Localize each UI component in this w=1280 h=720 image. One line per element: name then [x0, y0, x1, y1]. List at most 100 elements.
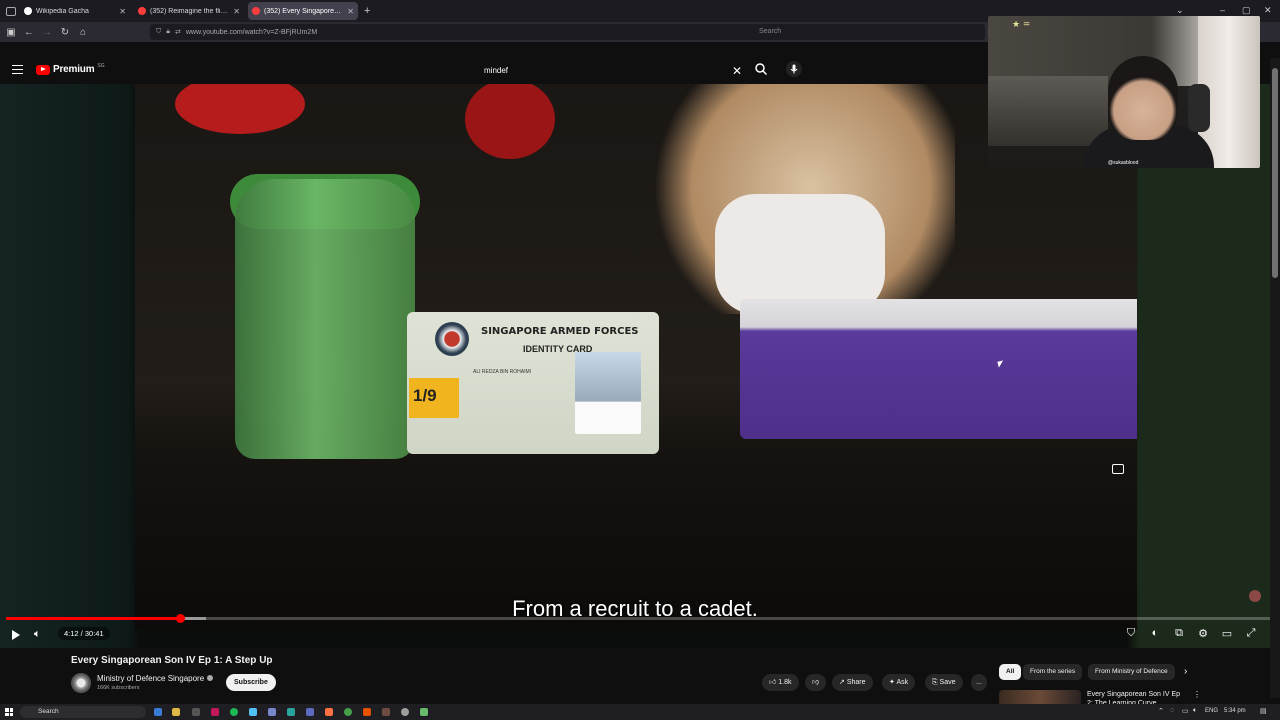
app-icon[interactable]: [249, 708, 257, 716]
browser-tab-0[interactable]: Wikipedia Gacha ✕: [20, 2, 130, 20]
theater-mode-icon[interactable]: ▭: [1219, 627, 1235, 640]
page-scrollbar[interactable]: [1270, 58, 1280, 698]
thumbs-down-icon: 👎︎: [812, 679, 820, 686]
tray-chevron-icon[interactable]: ⌃: [1158, 707, 1164, 715]
url-text[interactable]: www.youtube.com/watch?v=Z-BFjRUm2M: [186, 29, 317, 36]
subscribe-button[interactable]: Subscribe: [226, 674, 276, 691]
display-icon[interactable]: ▭: [1182, 707, 1189, 715]
tab-title: (352) Every Singaporean Son IV: [264, 7, 343, 15]
forward-icon[interactable]: →: [38, 27, 56, 38]
app-icon[interactable]: [211, 708, 219, 716]
tab-list-icon[interactable]: [6, 6, 16, 16]
close-tab-icon[interactable]: ✕: [233, 7, 240, 16]
app-icon[interactable]: [363, 708, 371, 716]
language-indicator[interactable]: ENG: [1205, 708, 1218, 714]
recommendation-menu-icon[interactable]: ⋮: [1193, 690, 1201, 699]
minimize-icon[interactable]: –: [1220, 5, 1225, 15]
webcam-microphone: [1188, 84, 1210, 132]
video-scene-cap: [175, 84, 305, 134]
dislike-button[interactable]: 👎︎: [805, 674, 827, 691]
app-icon[interactable]: [192, 708, 200, 716]
share-button[interactable]: ↗ Share: [832, 674, 873, 691]
settings-gear-icon[interactable]: ⚙: [1195, 627, 1211, 640]
channel-name[interactable]: Ministry of Defence Singapore: [97, 674, 204, 683]
more-actions-button[interactable]: ...: [971, 674, 987, 691]
firefox-icon[interactable]: [325, 708, 333, 716]
file-explorer-icon[interactable]: [172, 708, 180, 716]
app-icon[interactable]: [382, 708, 390, 716]
home-icon[interactable]: ⌂: [74, 27, 92, 38]
volume-icon[interactable]: 🔈︎: [34, 628, 41, 641]
browser-tab-2[interactable]: (352) Every Singaporean Son IV ✕: [248, 2, 358, 20]
chevron-right-icon[interactable]: ›: [1184, 666, 1187, 677]
menu-icon[interactable]: [12, 65, 23, 74]
close-tab-icon[interactable]: ✕: [119, 7, 126, 16]
address-bar[interactable]: ⛉ 🔒︎ ⇄ www.youtube.com/watch?v=Z-BFjRUm2…: [150, 24, 750, 40]
autoplay-toggle-icon[interactable]: ◐: [1147, 627, 1163, 639]
windows-taskbar: Search ⌃ ◌ ▭ 🔈︎ ENG 5:34 pm ▤: [0, 704, 1280, 720]
subtitles-icon[interactable]: ⧉: [1171, 627, 1187, 640]
permissions-icon[interactable]: ⇄: [175, 28, 181, 36]
logo-text: Premium: [53, 64, 95, 75]
ask-button[interactable]: ✦ Ask: [882, 674, 916, 691]
save-label: Save: [939, 679, 956, 686]
video-player[interactable]: SINGAPORE ARMED FORCES IDENTITY CARD ALI…: [0, 84, 1280, 648]
app-icon[interactable]: [287, 708, 295, 716]
bookmark-icon: ⎘: [932, 679, 940, 686]
search-input[interactable]: mindef ✕: [478, 61, 746, 81]
chevron-down-icon[interactable]: ⌄: [1176, 5, 1184, 16]
miniplayer-icon[interactable]: [1112, 464, 1124, 474]
app-icon[interactable]: [154, 708, 162, 716]
close-window-icon[interactable]: ✕: [1264, 5, 1272, 16]
tab-title: (352) Reimagine the flight: [150, 7, 230, 15]
notification-icon[interactable]: ▤: [1260, 707, 1267, 715]
maximize-icon[interactable]: ▢: [1242, 5, 1251, 16]
chip-from-channel[interactable]: From Ministry of Defence: [1088, 664, 1175, 680]
app-icon[interactable]: [306, 708, 314, 716]
ask-label: Ask: [896, 679, 909, 686]
app-icon[interactable]: [268, 708, 276, 716]
seek-bar[interactable]: [6, 614, 1274, 623]
reload-icon[interactable]: ↻: [56, 27, 74, 38]
scrollbar-thumb[interactable]: [1272, 68, 1278, 278]
search-query[interactable]: mindef: [484, 66, 508, 75]
lock-icon[interactable]: 🔒︎: [166, 28, 170, 36]
seek-handle[interactable]: [175, 614, 185, 623]
back-icon[interactable]: ←: [20, 27, 38, 38]
taskbar-search[interactable]: Search: [20, 706, 146, 718]
web-search-input[interactable]: Search: [745, 24, 985, 40]
video-scene-jar: [235, 179, 415, 459]
channel-avatar[interactable]: [71, 673, 91, 693]
browser-tab-1[interactable]: (352) Reimagine the flight ✕: [134, 2, 244, 20]
shield-icon[interactable]: ⛉: [156, 28, 161, 36]
chip-all[interactable]: All: [999, 664, 1022, 680]
video-frame[interactable]: SINGAPORE ARMED FORCES IDENTITY CARD ALI…: [135, 84, 1137, 630]
windows-start-icon[interactable]: [5, 708, 13, 716]
save-button[interactable]: ⎘ Save: [925, 674, 963, 691]
voice-search-button[interactable]: [786, 61, 802, 77]
chip-from-series[interactable]: From the series: [1023, 664, 1083, 680]
close-tab-icon[interactable]: ✕: [347, 7, 354, 16]
channel-watermark-icon[interactable]: [1249, 590, 1261, 602]
app-icon[interactable]: [420, 708, 428, 716]
app-icon[interactable]: [344, 708, 352, 716]
volume-tray-icon[interactable]: 🔈︎: [1193, 707, 1197, 715]
new-tab-button[interactable]: +: [364, 5, 370, 17]
streamer-handle: @sukasblood: [1108, 160, 1139, 166]
region-badge: SG: [97, 62, 105, 69]
clear-search-icon[interactable]: ✕: [732, 64, 742, 78]
search-icon[interactable]: [754, 62, 768, 76]
fullscreen-icon[interactable]: ⤢: [1243, 627, 1259, 640]
obs-icon[interactable]: [401, 708, 409, 716]
taskbar-clock[interactable]: 5:34 pm: [1224, 708, 1246, 714]
time-display: 4:12 / 30:41: [58, 627, 110, 640]
sidebar-toggle-icon[interactable]: ▣: [2, 27, 20, 38]
thumbs-up-icon: 👍︎: [769, 679, 779, 686]
network-icon[interactable]: ◌: [1170, 707, 1174, 714]
premium-badge-icon[interactable]: ⛉: [1123, 627, 1139, 640]
like-button[interactable]: 👍︎ 1.8k: [762, 674, 799, 691]
youtube-logo[interactable]: Premium SG: [36, 62, 105, 75]
spotify-icon[interactable]: [230, 708, 238, 716]
play-icon[interactable]: [12, 630, 20, 640]
webcam-streamer-head: [1108, 56, 1178, 140]
